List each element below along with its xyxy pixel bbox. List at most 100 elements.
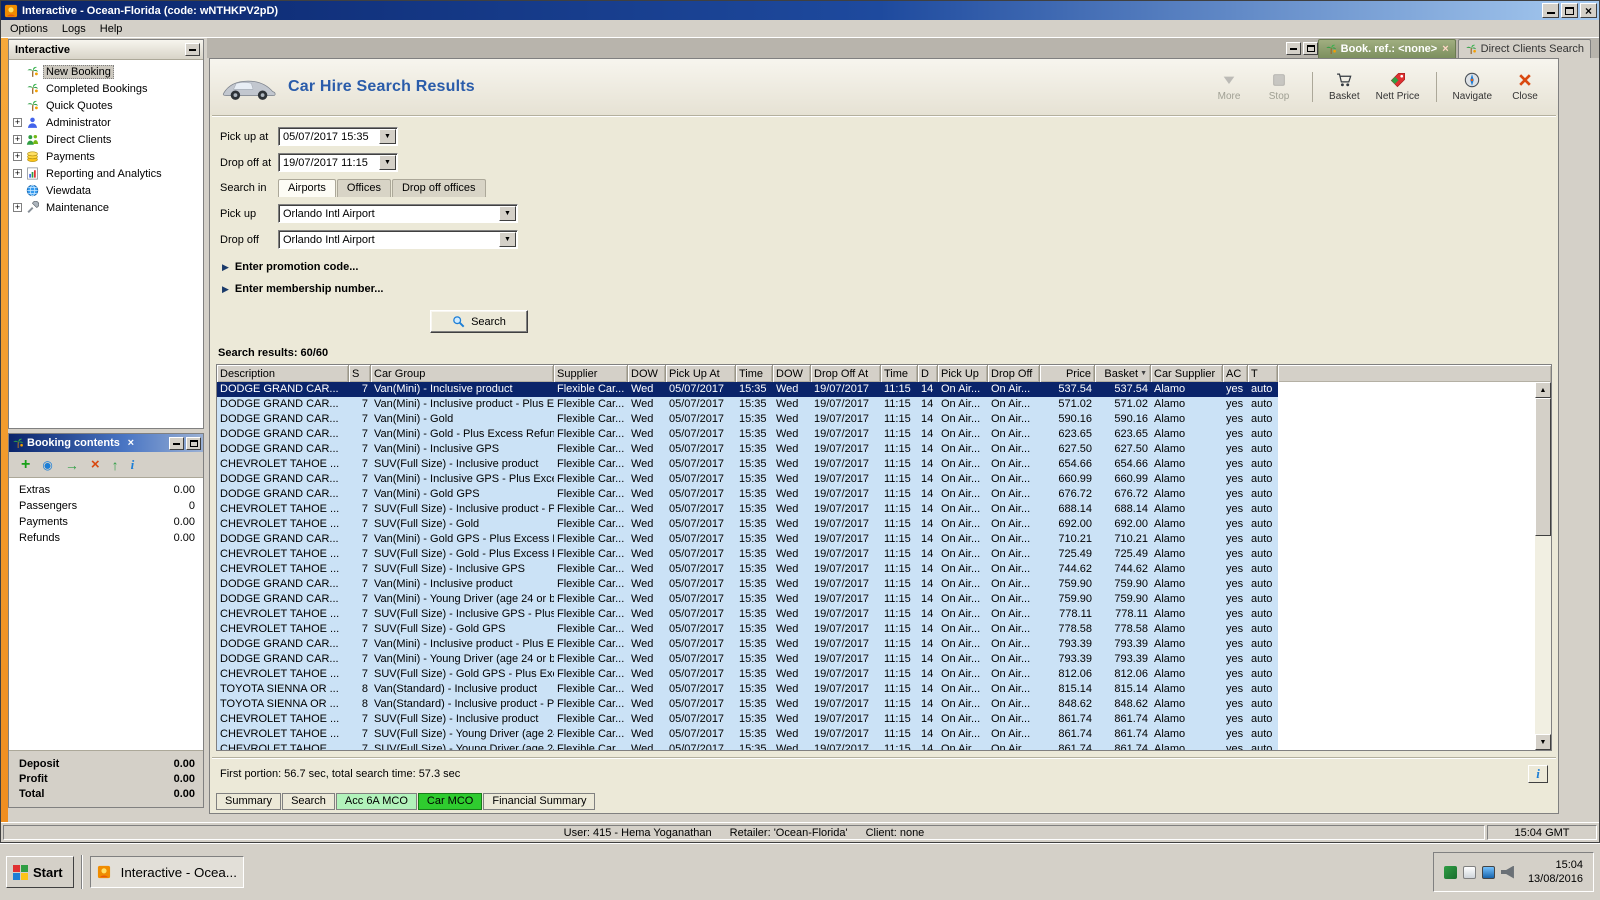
- sidebar-item-direct-clients[interactable]: + Direct Clients: [9, 131, 203, 148]
- add-icon[interactable]: +: [21, 456, 30, 473]
- column-car-supplier[interactable]: Car Supplier: [1151, 365, 1223, 382]
- info-icon[interactable]: i: [131, 458, 135, 471]
- menu-options[interactable]: Options: [3, 22, 55, 36]
- row-extras[interactable]: Extras 0.00: [9, 482, 203, 498]
- expander-icon[interactable]: +: [13, 203, 22, 212]
- info-button[interactable]: i: [1528, 765, 1548, 783]
- sidebar-item-viewdata[interactable]: Viewdata: [9, 182, 203, 199]
- result-row[interactable]: TOYOTA SIENNA OR ... 8 Van(Standard) - I…: [217, 697, 1278, 712]
- booking-maximize-button[interactable]: [186, 436, 201, 450]
- tab-summary[interactable]: Summary: [216, 793, 282, 810]
- row-payments[interactable]: Payments 0.00: [9, 514, 203, 530]
- result-row[interactable]: DODGE GRAND CAR... 7 Van(Mini) - Inclusi…: [217, 472, 1278, 487]
- scroll-up-button[interactable]: ▲: [1535, 382, 1551, 398]
- dropoff-at-select[interactable]: 19/07/2017 11:15 ▼: [278, 153, 398, 172]
- result-row[interactable]: CHEVROLET TAHOE ... 7 SUV(Full Size) - Y…: [217, 742, 1278, 750]
- tab-direct-clients-search[interactable]: Direct Clients Search: [1457, 39, 1591, 58]
- result-row[interactable]: DODGE GRAND CAR... 7 Van(Mini) - Inclusi…: [217, 577, 1278, 592]
- tab-airports[interactable]: Airports: [278, 179, 336, 197]
- column-car-group[interactable]: Car Group: [371, 365, 554, 382]
- result-row[interactable]: CHEVROLET TAHOE ... 7 SUV(Full Size) - G…: [217, 547, 1278, 562]
- tab-drop-off-offices[interactable]: Drop off offices: [391, 179, 486, 197]
- result-row[interactable]: DODGE GRAND CAR... 7 Van(Mini) - Gold - …: [217, 427, 1278, 442]
- column-pickup-time[interactable]: Time: [736, 365, 773, 382]
- result-row[interactable]: DODGE GRAND CAR... 7 Van(Mini) - Young D…: [217, 592, 1278, 607]
- delete-icon[interactable]: ×: [91, 457, 100, 472]
- column-basket[interactable]: Basket ▼: [1095, 365, 1151, 382]
- navigate-button[interactable]: Navigate: [1435, 72, 1492, 102]
- sidebar-item-payments[interactable]: + Payments: [9, 148, 203, 165]
- column-dropoff-time[interactable]: Time: [881, 365, 918, 382]
- result-row[interactable]: CHEVROLET TAHOE ... 7 SUV(Full Size) - G…: [217, 622, 1278, 637]
- result-row[interactable]: DODGE GRAND CAR... 7 Van(Mini) - Inclusi…: [217, 397, 1278, 412]
- result-row[interactable]: DODGE GRAND CAR... 7 Van(Mini) - Inclusi…: [217, 382, 1278, 397]
- menu-logs[interactable]: Logs: [55, 22, 93, 36]
- result-row[interactable]: DODGE GRAND CAR... 7 Van(Mini) - Gold GP…: [217, 487, 1278, 502]
- tray-network-icon[interactable]: [1443, 865, 1457, 879]
- world-icon[interactable]: ◉: [42, 459, 52, 471]
- scroll-down-button[interactable]: ▼: [1535, 734, 1551, 750]
- pickup-location-select[interactable]: Orlando Intl Airport ▼: [278, 204, 518, 223]
- result-row[interactable]: CHEVROLET TAHOE ... 7 SUV(Full Size) - I…: [217, 457, 1278, 472]
- booking-close-icon[interactable]: ×: [124, 437, 138, 449]
- stop-button[interactable]: Stop: [1262, 72, 1296, 102]
- result-row[interactable]: CHEVROLET TAHOE ... 7 SUV(Full Size) - I…: [217, 712, 1278, 727]
- column-seats[interactable]: S: [349, 365, 371, 382]
- sidebar-item-new-booking[interactable]: New Booking: [9, 63, 203, 80]
- column-days[interactable]: D: [918, 365, 938, 382]
- dropoff-location-select[interactable]: Orlando Intl Airport ▼: [278, 230, 518, 249]
- dropdown-button[interactable]: ▼: [379, 129, 396, 144]
- tray-volume-icon[interactable]: [1500, 865, 1514, 879]
- result-row[interactable]: DODGE GRAND CAR... 7 Van(Mini) - Gold GP…: [217, 532, 1278, 547]
- result-row[interactable]: CHEVROLET TAHOE ... 7 SUV(Full Size) - I…: [217, 562, 1278, 577]
- tray-message-icon[interactable]: [1462, 865, 1476, 879]
- pickup-at-select[interactable]: 05/07/2017 15:35 ▼: [278, 127, 398, 146]
- expander-icon[interactable]: +: [13, 118, 22, 127]
- search-button[interactable]: Search: [430, 310, 528, 333]
- dropdown-button[interactable]: ▼: [499, 232, 516, 247]
- result-row[interactable]: DODGE GRAND CAR... 7 Van(Mini) - Gold Fl…: [217, 412, 1278, 427]
- tray-display-icon[interactable]: [1481, 865, 1495, 879]
- column-ac[interactable]: AC: [1223, 365, 1248, 382]
- transfer-icon[interactable]: →: [65, 458, 79, 472]
- more-button[interactable]: More: [1212, 72, 1246, 102]
- sidebar-item-quick-quotes[interactable]: Quick Quotes: [9, 97, 203, 114]
- membership-expander[interactable]: ▶ Enter membership number...: [210, 278, 1558, 300]
- column-description[interactable]: Description: [217, 365, 349, 382]
- column-drop-off-at[interactable]: Drop Off At: [811, 365, 881, 382]
- tab-car-mco[interactable]: Car MCO: [417, 793, 483, 810]
- maximize-button[interactable]: [1561, 3, 1578, 18]
- sidebar-item-reporting-analytics[interactable]: + Reporting and Analytics: [9, 165, 203, 182]
- row-passengers[interactable]: Passengers 0: [9, 498, 203, 514]
- expander-icon[interactable]: +: [13, 169, 22, 178]
- sidebar-item-administrator[interactable]: + Administrator: [9, 114, 203, 131]
- move-up-icon[interactable]: ↑: [112, 458, 119, 472]
- sidebar-item-maintenance[interactable]: + Maintenance: [9, 199, 203, 216]
- column-drop-off[interactable]: Drop Off: [988, 365, 1040, 382]
- tab-acc-6a-mco[interactable]: Acc 6A MCO: [335, 793, 417, 810]
- tab-search[interactable]: Search: [282, 793, 335, 810]
- tab-book-ref[interactable]: Book. ref.: <none> ×: [1317, 39, 1456, 58]
- column-dow-pickup[interactable]: DOW: [628, 365, 666, 382]
- collapse-panel-button[interactable]: [185, 43, 200, 56]
- result-row[interactable]: CHEVROLET TAHOE ... 7 SUV(Full Size) - G…: [217, 517, 1278, 532]
- promo-code-expander[interactable]: ▶ Enter promotion code...: [210, 256, 1558, 278]
- vertical-scrollbar[interactable]: ▲ ▼: [1535, 382, 1551, 750]
- result-row[interactable]: CHEVROLET TAHOE ... 7 SUV(Full Size) - I…: [217, 502, 1278, 517]
- close-button[interactable]: ×: [1580, 3, 1597, 18]
- scroll-thumb[interactable]: [1535, 398, 1551, 536]
- result-row[interactable]: DODGE GRAND CAR... 7 Van(Mini) - Inclusi…: [217, 637, 1278, 652]
- expander-icon[interactable]: +: [13, 135, 22, 144]
- row-refunds[interactable]: Refunds 0.00: [9, 530, 203, 546]
- result-row[interactable]: DODGE GRAND CAR... 7 Van(Mini) - Inclusi…: [217, 442, 1278, 457]
- start-button[interactable]: Start: [6, 856, 74, 888]
- minimize-button[interactable]: [1542, 3, 1559, 18]
- mdi-restore-button[interactable]: [1302, 42, 1318, 55]
- column-transmission[interactable]: T: [1248, 365, 1278, 382]
- tab-close-icon[interactable]: ×: [1442, 43, 1448, 55]
- basket-button[interactable]: Basket: [1312, 72, 1360, 102]
- column-supplier[interactable]: Supplier: [554, 365, 628, 382]
- tab-financial-summary[interactable]: Financial Summary: [483, 793, 596, 810]
- result-row[interactable]: CHEVROLET TAHOE ... 7 SUV(Full Size) - G…: [217, 667, 1278, 682]
- expander-icon[interactable]: +: [13, 152, 22, 161]
